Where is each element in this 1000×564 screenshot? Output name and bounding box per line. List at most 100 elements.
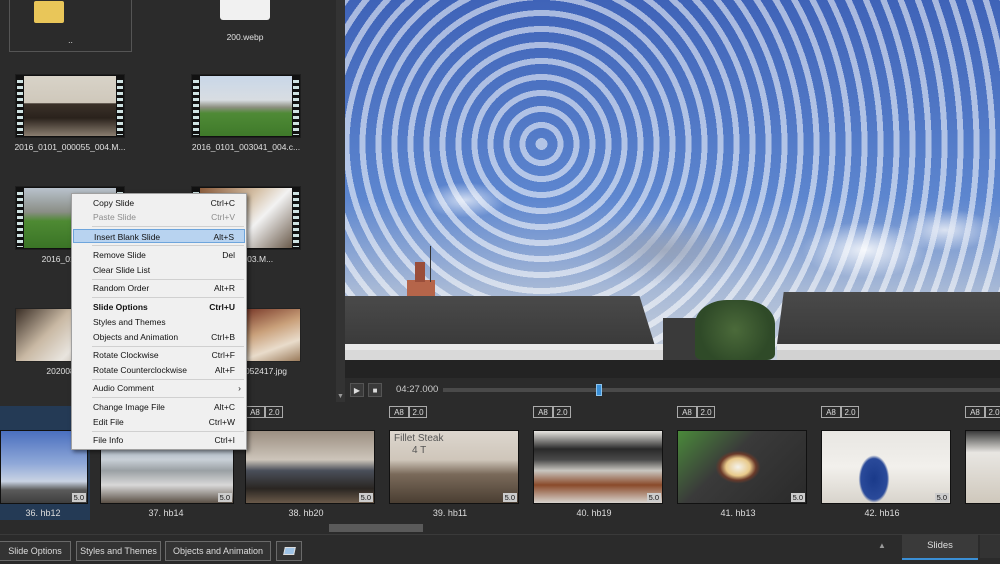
menu-item-clear-slide-list[interactable]: Clear Slide List bbox=[73, 263, 245, 277]
styles-themes-button[interactable]: Styles and Themes bbox=[76, 541, 161, 561]
menu-separator bbox=[92, 431, 244, 432]
browser-scrollbar[interactable]: ▼ bbox=[336, 0, 345, 402]
antenna-shape bbox=[430, 246, 431, 282]
menu-item-file-info[interactable]: File Info Ctrl+I bbox=[73, 433, 245, 447]
tree-shape bbox=[695, 300, 775, 360]
roof-left-shape bbox=[345, 296, 655, 346]
slide-43[interactable]: A8 2.0 bbox=[961, 406, 1000, 520]
slide-overlay-title: Fillet Steak bbox=[394, 433, 444, 444]
menu-separator bbox=[92, 379, 244, 380]
slide-39[interactable]: A8 2.0 Fillet Steak 4 T 5.0 39. hb11 bbox=[385, 406, 525, 520]
video-thumbnail bbox=[15, 74, 125, 138]
time-badge: 2.0 bbox=[409, 406, 427, 418]
slide-thumbnail: 5.0 bbox=[821, 430, 951, 504]
slides-icon bbox=[283, 547, 296, 555]
video-thumbnail bbox=[191, 74, 301, 138]
time-display: 04:27.000 bbox=[396, 384, 439, 395]
menu-item-change-image-file[interactable]: Change Image File Alt+C bbox=[73, 400, 245, 414]
slide-caption: 36. hb12 bbox=[25, 508, 61, 518]
file-tile-200-webp[interactable]: 200.webp bbox=[190, 0, 300, 46]
slide-preview bbox=[345, 0, 1000, 360]
slide-caption: 39. hb11 bbox=[432, 508, 468, 518]
menu-item-audio-comment[interactable]: Audio Comment › bbox=[73, 381, 245, 395]
wall-right-shape bbox=[777, 350, 1000, 360]
menu-separator bbox=[92, 397, 244, 398]
menu-item-insert-blank-slide[interactable]: Insert Blank Slide Alt+S bbox=[73, 229, 245, 243]
file-tile-video-1[interactable]: 2016_0101_000055_004.M... bbox=[8, 72, 132, 156]
stop-icon: ■ bbox=[372, 386, 378, 395]
transition-badge: A8 bbox=[821, 406, 841, 418]
file-name: 200.webp bbox=[226, 32, 264, 42]
time-badge: 2.0 bbox=[841, 406, 859, 418]
slide-38[interactable]: A8 2.0 5.0 38. hb20 bbox=[241, 406, 381, 520]
filmstrip-scroll-thumb[interactable] bbox=[329, 524, 423, 532]
time-badge: 2.0 bbox=[697, 406, 715, 418]
preview-bottom-border bbox=[345, 360, 1000, 378]
chimney-pot-shape bbox=[415, 262, 425, 282]
slide-duration: 5.0 bbox=[71, 493, 86, 502]
slide-duration: 5.0 bbox=[502, 493, 517, 502]
menu-item-styles-themes[interactable]: Styles and Themes bbox=[73, 315, 245, 329]
menu-item-edit-file[interactable]: Edit File Ctrl+W bbox=[73, 415, 245, 429]
slide-caption: 38. hb20 bbox=[288, 508, 324, 518]
menu-item-copy-slide[interactable]: Copy Slide Ctrl+C bbox=[73, 196, 245, 210]
time-badge: 2.0 bbox=[985, 406, 1000, 418]
transition-badge: A8 bbox=[677, 406, 697, 418]
slide-41[interactable]: A8 2.0 5.0 41. hb13 bbox=[673, 406, 813, 520]
slide-40[interactable]: A8 2.0 5.0 40. hb19 bbox=[529, 406, 669, 520]
slide-thumbnail: 5.0 bbox=[245, 430, 375, 504]
slide-thumbnail: Fillet Steak 4 T 5.0 bbox=[389, 430, 519, 504]
menu-item-random-order[interactable]: Random Order Alt+R bbox=[73, 281, 245, 295]
submenu-arrow-icon: › bbox=[238, 383, 241, 393]
time-badge: 2.0 bbox=[265, 406, 283, 418]
slide-thumbnail: 5.0 bbox=[533, 430, 663, 504]
slide-view-button[interactable] bbox=[276, 541, 302, 561]
bottom-toolbar: Slide Options Styles and Themes Objects … bbox=[0, 534, 1000, 564]
slide-caption: 37. hb14 bbox=[148, 508, 184, 518]
slide-duration: 5.0 bbox=[217, 493, 232, 502]
play-icon: ▶ bbox=[353, 386, 361, 395]
menu-item-objects-animation[interactable]: Objects and Animation Ctrl+B bbox=[73, 330, 245, 344]
slide-overlay-subtitle: 4 T bbox=[412, 445, 427, 456]
file-name: 2016_0101_000055_004.M... bbox=[14, 142, 126, 152]
objects-animation-button[interactable]: Objects and Animation bbox=[165, 541, 271, 561]
menu-separator bbox=[92, 279, 244, 280]
transition-badge: A8 bbox=[245, 406, 265, 418]
folder-icon bbox=[34, 1, 64, 23]
file-tile-parent-folder[interactable]: .. bbox=[9, 0, 132, 52]
file-name: .. bbox=[68, 35, 73, 45]
slide-options-button[interactable]: Slide Options bbox=[0, 541, 71, 561]
slide-duration: 5.0 bbox=[646, 493, 661, 502]
transition-badge: A8 bbox=[533, 406, 553, 418]
slide-caption: 40. hb19 bbox=[576, 508, 612, 518]
slide-42[interactable]: A8 2.0 5.0 42. hb16 bbox=[817, 406, 957, 520]
roof-right-shape bbox=[777, 292, 1000, 344]
tab-next[interactable] bbox=[980, 535, 1000, 558]
collapse-up-icon[interactable]: ▲ bbox=[878, 541, 886, 550]
menu-item-remove-slide[interactable]: Remove Slide Del bbox=[73, 248, 245, 262]
filmstrip-scrollbar[interactable] bbox=[0, 522, 1000, 534]
wall-left-shape bbox=[345, 350, 675, 360]
menu-separator bbox=[92, 297, 244, 298]
slide-thumbnail bbox=[965, 430, 1000, 504]
image-file-icon bbox=[220, 0, 270, 20]
menu-item-slide-options[interactable]: Slide Options Ctrl+U bbox=[73, 300, 245, 314]
file-tile-video-2[interactable]: 2016_0101_003041_004.c... bbox=[184, 72, 308, 156]
scroll-down-icon[interactable]: ▼ bbox=[336, 393, 345, 400]
tab-slides[interactable]: Slides bbox=[902, 535, 978, 560]
menu-item-rotate-counterclockwise[interactable]: Rotate Counterclockwise Alt+F bbox=[73, 363, 245, 377]
stop-button[interactable]: ■ bbox=[368, 383, 382, 397]
timeline-track[interactable] bbox=[443, 384, 1000, 396]
play-button[interactable]: ▶ bbox=[350, 383, 364, 397]
menu-item-paste-slide[interactable]: Paste Slide Ctrl+V bbox=[73, 210, 245, 224]
slide-duration: 5.0 bbox=[790, 493, 805, 502]
slide-caption: 42. hb16 bbox=[864, 508, 900, 518]
slide-duration: 5.0 bbox=[934, 493, 949, 502]
slide-caption: 41. hb13 bbox=[720, 508, 756, 518]
context-menu: Copy Slide Ctrl+C Paste Slide Ctrl+V Inser… bbox=[71, 193, 247, 450]
file-name: 2016_0101_003041_004.c... bbox=[191, 142, 301, 152]
image-thumbnail bbox=[244, 308, 301, 362]
timeline-handle[interactable] bbox=[595, 384, 602, 396]
menu-separator bbox=[92, 245, 244, 246]
menu-item-rotate-clockwise[interactable]: Rotate Clockwise Ctrl+F bbox=[73, 348, 245, 362]
